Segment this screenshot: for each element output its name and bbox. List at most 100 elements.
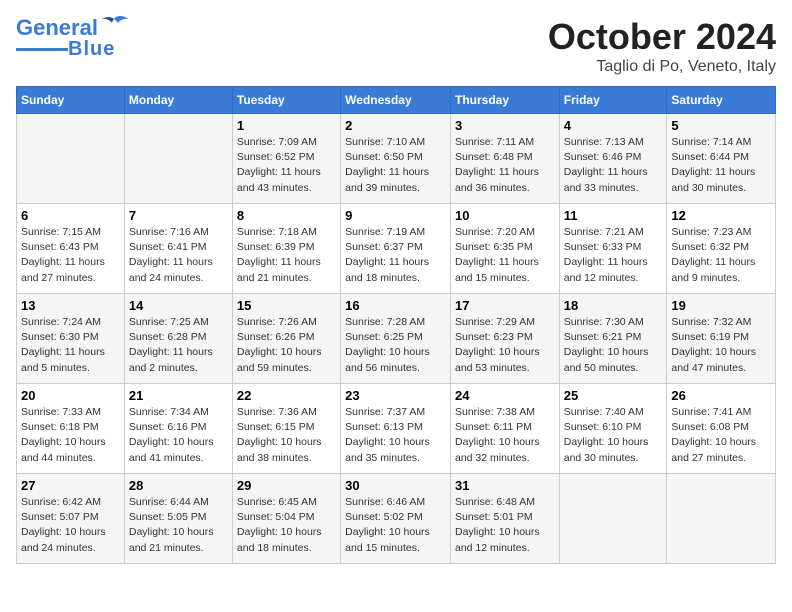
calendar-header: SundayMondayTuesdayWednesdayThursdayFrid… (17, 87, 776, 114)
week-row-1: 1Sunrise: 7:09 AM Sunset: 6:52 PM Daylig… (17, 114, 776, 204)
day-number: 3 (455, 118, 555, 133)
day-number: 8 (237, 208, 336, 223)
day-info: Sunrise: 7:29 AM Sunset: 6:23 PM Dayligh… (455, 315, 555, 376)
day-number: 23 (345, 388, 446, 403)
calendar-cell: 13 Sunrise: 7:24 AM Sunset: 6:30 PM Dayli… (17, 294, 125, 384)
day-number: 7 (129, 208, 228, 223)
day-info: Sunrise: 6:46 AM Sunset: 5:02 PM Dayligh… (345, 495, 446, 556)
day-number: 11 (564, 208, 663, 223)
day-info: Sunrise: 7:28 AM Sunset: 6:25 PM Dayligh… (345, 315, 446, 376)
day-info: Sunrise: 7:23 AM Sunset: 6:32 PM Dayligh… (671, 225, 771, 286)
day-number: 17 (455, 298, 555, 313)
calendar-cell: 23Sunrise: 7:37 AM Sunset: 6:13 PM Dayli… (341, 384, 451, 474)
day-number: 2 (345, 118, 446, 133)
calendar-body: 1Sunrise: 7:09 AM Sunset: 6:52 PM Daylig… (17, 114, 776, 564)
calendar-cell: 5 Sunrise: 7:14 AM Sunset: 6:44 PM Daylig… (667, 114, 776, 204)
day-info: Sunrise: 7:16 AM Sunset: 6:41 PM Dayligh… (129, 225, 228, 286)
day-number: 29 (237, 478, 336, 493)
day-number: 1 (237, 118, 336, 133)
day-info: Sunrise: 7:13 AM Sunset: 6:46 PM Dayligh… (564, 135, 663, 196)
day-info: Sunrise: 7:24 AM Sunset: 6:30 PM Dayligh… (21, 315, 120, 376)
day-info: Sunrise: 7:19 AM Sunset: 6:37 PM Dayligh… (345, 225, 446, 286)
calendar-cell: 2Sunrise: 7:10 AM Sunset: 6:50 PM Daylig… (341, 114, 451, 204)
calendar-cell: 31 Sunrise: 6:48 AM Sunset: 5:01 PM Dayli… (450, 474, 559, 564)
day-info: Sunrise: 7:25 AM Sunset: 6:28 PM Dayligh… (129, 315, 228, 376)
logo-text: General (16, 16, 98, 40)
day-info: Sunrise: 7:20 AM Sunset: 6:35 PM Dayligh… (455, 225, 555, 286)
day-number: 25 (564, 388, 663, 403)
calendar-cell: 27Sunrise: 6:42 AM Sunset: 5:07 PM Dayli… (17, 474, 125, 564)
calendar-cell: 29 Sunrise: 6:45 AM Sunset: 5:04 PM Dayli… (232, 474, 340, 564)
day-number: 18 (564, 298, 663, 313)
day-info: Sunrise: 7:36 AM Sunset: 6:15 PM Dayligh… (237, 405, 336, 466)
day-number: 31 (455, 478, 555, 493)
calendar-cell: 26 Sunrise: 7:41 AM Sunset: 6:08 PM Dayli… (667, 384, 776, 474)
calendar-cell: 21 Sunrise: 7:34 AM Sunset: 6:16 PM Dayli… (124, 384, 232, 474)
day-info: Sunrise: 6:48 AM Sunset: 5:01 PM Dayligh… (455, 495, 555, 556)
day-number: 28 (129, 478, 228, 493)
calendar-cell (17, 114, 125, 204)
day-info: Sunrise: 7:40 AM Sunset: 6:10 PM Dayligh… (564, 405, 663, 466)
calendar-cell: 7 Sunrise: 7:16 AM Sunset: 6:41 PM Daylig… (124, 204, 232, 294)
day-number: 15 (237, 298, 336, 313)
day-number: 13 (21, 298, 120, 313)
day-number: 10 (455, 208, 555, 223)
day-number: 21 (129, 388, 228, 403)
header-row: SundayMondayTuesdayWednesdayThursdayFrid… (17, 87, 776, 114)
calendar-cell: 30 Sunrise: 6:46 AM Sunset: 5:02 PM Dayli… (341, 474, 451, 564)
day-info: Sunrise: 7:21 AM Sunset: 6:33 PM Dayligh… (564, 225, 663, 286)
day-info: Sunrise: 7:41 AM Sunset: 6:08 PM Dayligh… (671, 405, 771, 466)
day-number: 4 (564, 118, 663, 133)
day-number: 14 (129, 298, 228, 313)
week-row-4: 20 Sunrise: 7:33 AM Sunset: 6:18 PM Dayli… (17, 384, 776, 474)
month-title: October 2024 (548, 16, 776, 58)
day-info: Sunrise: 7:34 AM Sunset: 6:16 PM Dayligh… (129, 405, 228, 466)
day-info: Sunrise: 7:14 AM Sunset: 6:44 PM Dayligh… (671, 135, 771, 196)
title-block: October 2024 Taglio di Po, Veneto, Italy (548, 16, 776, 76)
day-info: Sunrise: 7:26 AM Sunset: 6:26 PM Dayligh… (237, 315, 336, 376)
day-number: 22 (237, 388, 336, 403)
calendar-cell: 8Sunrise: 7:18 AM Sunset: 6:39 PM Daylig… (232, 204, 340, 294)
calendar-cell: 12 Sunrise: 7:23 AM Sunset: 6:32 PM Dayli… (667, 204, 776, 294)
day-number: 19 (671, 298, 771, 313)
calendar-cell: 16Sunrise: 7:28 AM Sunset: 6:25 PM Dayli… (341, 294, 451, 384)
calendar-cell: 25 Sunrise: 7:40 AM Sunset: 6:10 PM Dayli… (559, 384, 667, 474)
calendar-cell: 18Sunrise: 7:30 AM Sunset: 6:21 PM Dayli… (559, 294, 667, 384)
calendar-cell: 17 Sunrise: 7:29 AM Sunset: 6:23 PM Dayli… (450, 294, 559, 384)
day-number: 30 (345, 478, 446, 493)
calendar-cell: 3Sunrise: 7:11 AM Sunset: 6:48 PM Daylig… (450, 114, 559, 204)
calendar-cell: 11 Sunrise: 7:21 AM Sunset: 6:33 PM Dayli… (559, 204, 667, 294)
day-number: 9 (345, 208, 446, 223)
header-cell-thursday: Thursday (450, 87, 559, 114)
location: Taglio di Po, Veneto, Italy (548, 58, 776, 76)
day-info: Sunrise: 6:42 AM Sunset: 5:07 PM Dayligh… (21, 495, 120, 556)
header-cell-friday: Friday (559, 87, 667, 114)
calendar-cell: 19 Sunrise: 7:32 AM Sunset: 6:19 PM Dayli… (667, 294, 776, 384)
calendar-cell: 28 Sunrise: 6:44 AM Sunset: 5:05 PM Dayli… (124, 474, 232, 564)
day-number: 5 (671, 118, 771, 133)
day-number: 20 (21, 388, 120, 403)
calendar-table: SundayMondayTuesdayWednesdayThursdayFrid… (16, 86, 776, 564)
header-cell-saturday: Saturday (667, 87, 776, 114)
header-cell-sunday: Sunday (17, 87, 125, 114)
week-row-5: 27Sunrise: 6:42 AM Sunset: 5:07 PM Dayli… (17, 474, 776, 564)
header-cell-monday: Monday (124, 87, 232, 114)
day-info: Sunrise: 7:15 AM Sunset: 6:43 PM Dayligh… (21, 225, 120, 286)
day-number: 24 (455, 388, 555, 403)
day-info: Sunrise: 6:45 AM Sunset: 5:04 PM Dayligh… (237, 495, 336, 556)
header-cell-wednesday: Wednesday (341, 87, 451, 114)
calendar-cell: 9 Sunrise: 7:19 AM Sunset: 6:37 PM Daylig… (341, 204, 451, 294)
day-info: Sunrise: 6:44 AM Sunset: 5:05 PM Dayligh… (129, 495, 228, 556)
logo-line2: Blue (68, 38, 115, 61)
day-info: Sunrise: 7:33 AM Sunset: 6:18 PM Dayligh… (21, 405, 120, 466)
day-number: 12 (671, 208, 771, 223)
logo-bird-icon (100, 15, 128, 37)
calendar-cell: 20 Sunrise: 7:33 AM Sunset: 6:18 PM Dayli… (17, 384, 125, 474)
logo-line1: General (16, 15, 98, 40)
week-row-2: 6 Sunrise: 7:15 AM Sunset: 6:43 PM Daylig… (17, 204, 776, 294)
calendar-cell: 6 Sunrise: 7:15 AM Sunset: 6:43 PM Daylig… (17, 204, 125, 294)
header-cell-tuesday: Tuesday (232, 87, 340, 114)
day-number: 26 (671, 388, 771, 403)
day-number: 6 (21, 208, 120, 223)
day-info: Sunrise: 7:32 AM Sunset: 6:19 PM Dayligh… (671, 315, 771, 376)
